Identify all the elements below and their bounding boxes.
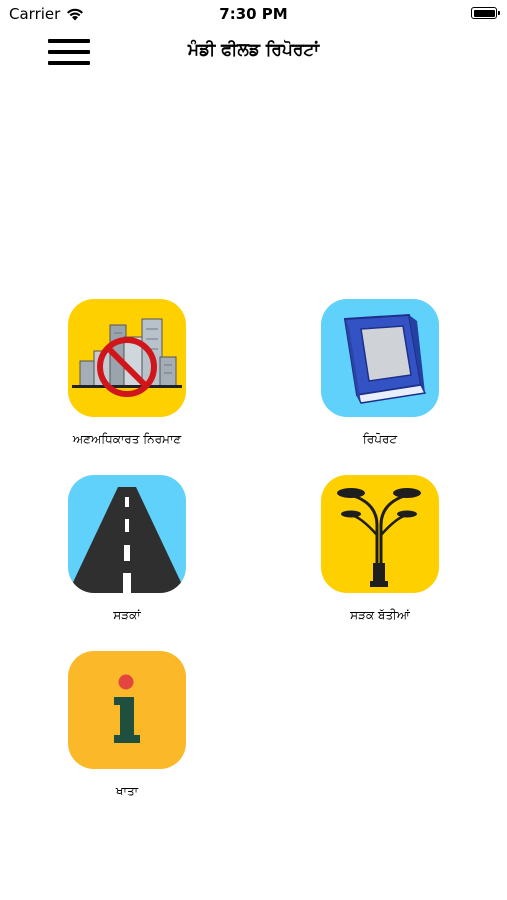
status-time: 7:30 PM [219, 5, 288, 23]
tile-report[interactable]: ਰਿਪੋਰਟ [295, 299, 465, 447]
tile-account[interactable]: ਖਾਤਾ [42, 651, 212, 799]
battery-icon [471, 7, 500, 19]
report-book-icon [321, 299, 439, 417]
tile-label: ਅਣਅਧਿਕਾਰਤ ਨਿਰਮਾਣ [72, 432, 182, 446]
tile-label: ਸੜਕ ਬੱਤੀਆਂ [350, 608, 410, 622]
tile-roads[interactable]: ਸੜਕਾਂ [42, 475, 212, 623]
road-icon [68, 475, 186, 593]
tile-label: ਖਾਤਾ [115, 784, 139, 798]
page-title: ਮੰਡੀ ਫੀਲਡ ਰਿਪੋਰਟਾਂ [187, 40, 320, 60]
tile-label: ਰਿਪੋਰਟ [362, 432, 398, 446]
tile-unauthorized-construction[interactable]: ਅਣਅਧਿਕਾਰਤ ਨਿਰਮਾਣ [42, 299, 212, 447]
info-account-icon [68, 651, 186, 769]
nav-bar: ਮੰਡੀ ਫੀਲਡ ਰਿਪੋਰਟਾਂ [0, 30, 507, 74]
street-light-icon [321, 475, 439, 593]
status-bar: Carrier 7:30 PM [0, 0, 507, 30]
tile-street-lights[interactable]: ਸੜਕ ਬੱਤੀਆਂ [295, 475, 465, 623]
no-building-icon [68, 299, 186, 417]
tile-label: ਸੜਕਾਂ [113, 608, 141, 622]
